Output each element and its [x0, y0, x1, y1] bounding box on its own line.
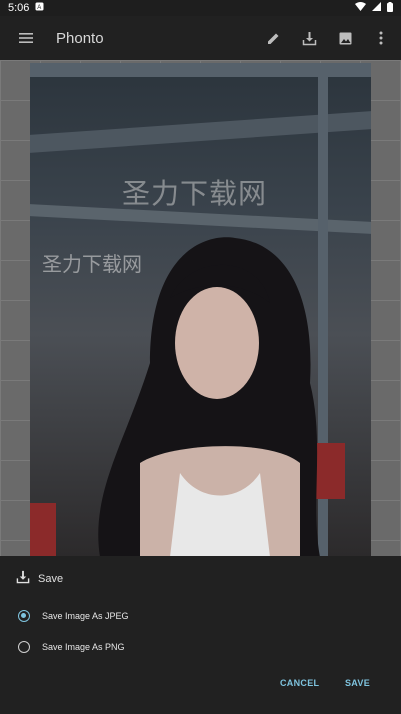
option-png[interactable]: Save Image As PNG	[18, 641, 125, 653]
svg-text:A: A	[38, 5, 42, 11]
app-bar-actions	[263, 16, 391, 60]
hamburger-menu-icon[interactable]	[16, 28, 36, 48]
option-png-label: Save Image As PNG	[42, 642, 125, 652]
notification-icon: A	[35, 2, 44, 14]
download-icon[interactable]	[299, 28, 319, 48]
app-title: Phonto	[56, 29, 104, 47]
image-icon[interactable]	[335, 28, 355, 48]
wifi-icon	[355, 2, 366, 14]
cancel-button[interactable]: CANCEL	[280, 678, 319, 688]
watermark-large: 圣力下载网	[122, 178, 268, 209]
pencil-icon[interactable]	[263, 28, 283, 48]
watermark-small: 圣力下载网	[42, 254, 142, 276]
option-jpeg[interactable]: Save Image As JPEG	[18, 610, 129, 622]
save-bottom-sheet: Save Save Image As JPEG Save Image As PN…	[0, 556, 401, 714]
status-bar: 5:06 A	[0, 0, 401, 16]
portrait-illustration	[98, 237, 320, 557]
sheet-header: Save	[16, 570, 63, 587]
signal-icon	[372, 2, 381, 14]
save-download-icon	[16, 570, 30, 587]
app-bar: Phonto	[0, 16, 401, 60]
edited-photo[interactable]: 圣力下载网 圣力下载网	[30, 63, 371, 557]
radio-jpeg[interactable]	[18, 610, 30, 622]
status-time: 5:06	[8, 2, 30, 14]
option-jpeg-label: Save Image As JPEG	[42, 611, 129, 621]
more-vert-icon[interactable]	[371, 28, 391, 48]
battery-icon	[387, 1, 393, 15]
save-button[interactable]: SAVE	[345, 678, 370, 688]
sheet-title: Save	[38, 572, 64, 585]
radio-png[interactable]	[18, 641, 30, 653]
